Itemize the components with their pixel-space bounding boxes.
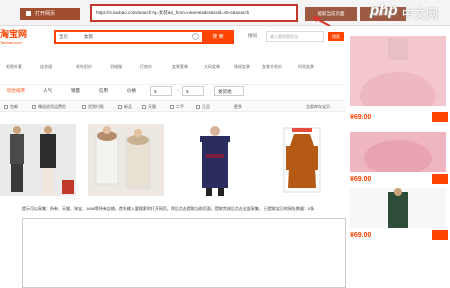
category-link[interactable]: 连衣裙 [40, 62, 52, 72]
search-category-select[interactable]: 宝贝 [59, 32, 68, 42]
checkbox[interactable] [118, 104, 122, 109]
search-input[interactable]: 女装 [84, 32, 93, 42]
product-image[interactable] [176, 124, 252, 196]
category-link[interactable]: 女装套装 [172, 62, 188, 72]
filter-new-label: 新品 [124, 104, 132, 109]
filter-genuine-label: 正品 [202, 104, 210, 109]
filter-return-insurance[interactable]: 赠送退货运费险 [32, 101, 66, 113]
ship-from-select[interactable]: 发货地 [214, 86, 244, 96]
cart-button[interactable] [432, 112, 448, 122]
product-3-photo [200, 126, 230, 196]
secondary-search-button[interactable]: 搜索 [328, 32, 344, 41]
same-search-label: 搜同 [248, 33, 257, 38]
results-textarea[interactable] [22, 218, 346, 288]
cart-button[interactable] [432, 174, 448, 184]
checkbox[interactable] [4, 104, 8, 109]
filter-options: 包邮 赠送退货运费险 货到付款 新品 天猫 二手 正品 更多 全部库存宝贝 [0, 100, 345, 112]
category-link[interactable]: 毛呢外套 [6, 62, 22, 72]
filter-tmall[interactable]: 天猫 [142, 101, 156, 113]
sort-sales[interactable]: 销量 [68, 86, 83, 96]
category-row: 毛呢外套 连衣裙 毛针织衫 羽绒服 打底衫 女装套装 大码女装 休闲女装 女装羊… [0, 62, 345, 72]
checkbox[interactable] [196, 104, 200, 109]
status-text: 提示可以采集：所有、天猫、淘宝、1688等所有店铺，首先输入要搜索的打开网页，然… [22, 206, 315, 211]
filter-more[interactable]: 更多 [234, 101, 242, 113]
category-link[interactable]: 毛针织衫 [76, 62, 92, 72]
filter-genuine[interactable]: 正品 [196, 101, 210, 113]
logo-text: 淘宝网 [0, 29, 28, 39]
recommend-photo-1 [360, 38, 436, 120]
category-link[interactable]: 羽绒服 [110, 62, 122, 72]
recommend-item-2[interactable] [350, 132, 446, 176]
price-max-input[interactable]: ¥ [182, 86, 204, 96]
filter-stock[interactable]: 全部库存宝贝 [306, 101, 330, 113]
product-1-photo [10, 126, 74, 194]
category-link[interactable]: 休闲女装 [234, 62, 250, 72]
product-2-photo [95, 126, 151, 189]
category-link[interactable]: 打底衫 [140, 62, 152, 72]
sort-price[interactable]: 价格 [124, 86, 139, 96]
cart-button[interactable] [432, 230, 448, 240]
product-image[interactable] [88, 124, 164, 196]
price-min-input[interactable]: ¥ [150, 86, 172, 96]
price-1: ¥69.00 [350, 114, 372, 121]
search-bar: 宝贝 女装 ◯ 搜 索 [54, 30, 234, 44]
recommend-item-3[interactable] [350, 188, 446, 228]
category-link[interactable]: 女装羊毛衫 [262, 62, 282, 72]
sort-bar: 综合排序 人气 销量 信用 价格 ¥ - ¥ 发货地 [0, 84, 345, 96]
secondary-search-input[interactable]: 输入要搜索的宝 [266, 31, 324, 42]
product-4-photo [283, 127, 321, 193]
filter-secondhand-label: 二手 [176, 104, 184, 109]
recommend-sidebar: ¥69.00 ¥69.00 ¥69.00 [346, 26, 450, 288]
recommend-photo-2 [364, 140, 432, 176]
filter-free-shipping-label: 包邮 [10, 104, 18, 109]
search-button[interactable]: 搜 索 [202, 30, 234, 44]
checkbox[interactable] [142, 104, 146, 109]
filter-return-insurance-label: 赠送退货运费险 [38, 104, 66, 109]
price-separator: - [177, 88, 179, 93]
watermark-php: php [370, 2, 398, 19]
filter-secondhand[interactable]: 二手 [170, 101, 184, 113]
taobao-logo[interactable]: 淘宝网 Taobao.com [0, 28, 44, 50]
sort-default[interactable]: 综合排序 [4, 86, 28, 96]
recommend-photo-3 [388, 188, 408, 228]
checkbox[interactable] [170, 104, 174, 109]
filter-tmall-label: 天猫 [148, 104, 156, 109]
filter-cod-label: 货到付款 [88, 104, 104, 109]
product-image[interactable] [262, 124, 342, 196]
category-link[interactable]: 大码女装 [204, 62, 220, 72]
arrow-icon [312, 16, 331, 26]
watermark-cn: 中文网 [402, 7, 439, 21]
watermark: php 中文网 [370, 2, 450, 24]
sort-credit[interactable]: 信用 [96, 86, 111, 96]
filter-free-shipping[interactable]: 包邮 [4, 101, 18, 113]
price-3: ¥69.00 [350, 232, 372, 239]
camera-icon[interactable]: ◯ [192, 33, 199, 40]
recommend-item-1[interactable] [350, 36, 446, 120]
app-window: 打开网页 https://s.taobao.com/search?q=女装&s_… [0, 0, 450, 288]
sort-popularity[interactable]: 人气 [40, 86, 55, 96]
product-image[interactable] [0, 124, 76, 196]
category-link[interactable]: 时尚女装 [298, 62, 314, 72]
price-2: ¥69.00 [350, 176, 372, 183]
logo-sub: Taobao.com [0, 40, 22, 45]
checkbox[interactable] [82, 104, 86, 109]
checkbox[interactable] [32, 104, 36, 109]
filter-cod[interactable]: 货到付款 [82, 101, 104, 113]
filter-new[interactable]: 新品 [118, 101, 132, 113]
